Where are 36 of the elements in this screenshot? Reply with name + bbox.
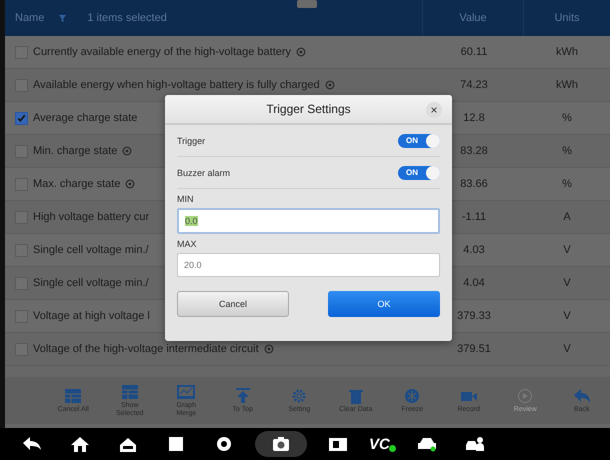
parameter-name: Voltage at high voltage l	[33, 310, 150, 322]
value-cell-text: 74.23	[459, 79, 489, 91]
unit-cell-text: V	[562, 343, 572, 355]
value-cell-text: 4.04	[462, 277, 486, 289]
setting-label: Trigger	[177, 136, 206, 146]
unit-cell-text: %	[561, 145, 573, 157]
unit-cell-text: %	[561, 112, 573, 124]
unit-cell-text: kWh	[555, 79, 579, 91]
setting-label: Buzzer alarm	[177, 168, 230, 178]
selection-count: 1 items selected	[87, 12, 167, 24]
value-cell-text: -1.11	[460, 211, 488, 223]
parameter-name: Max. charge state	[33, 178, 120, 190]
unit-cell-text: kWh	[555, 46, 579, 58]
unit-cell-text: V	[562, 244, 572, 256]
parameter-name: Single cell voltage min./	[33, 277, 149, 289]
value-cell-text: 379.51	[456, 343, 492, 355]
value-cell-text: 12.8	[462, 112, 486, 124]
unit-cell-text: V	[562, 310, 572, 322]
unit-cell-text: %	[561, 178, 573, 190]
parameter-name: Min. charge state	[33, 145, 118, 157]
value-cell-text: 4.03	[462, 244, 486, 256]
parameter-name: Average charge state	[33, 112, 138, 124]
value-cell-text: 83.66	[459, 178, 489, 190]
field-label: MIN	[177, 194, 194, 204]
unit-cell-text: A	[562, 211, 572, 223]
field-label: MAX	[177, 239, 198, 249]
parameter-name: Available energy when high-voltage battery is fully charged	[33, 79, 320, 91]
dialog-title: Trigger Settings	[266, 102, 351, 116]
parameter-name: Currently available energy of the high-voltage battery	[33, 46, 292, 58]
parameter-name: Voltage of the high-voltage intermediate circuit	[33, 343, 259, 355]
value-cell-text: 379.33	[456, 310, 492, 322]
parameter-name: Single cell voltage min./	[33, 244, 149, 256]
value-cell-text: 60.11	[460, 46, 488, 58]
value-cell-text: 83.28	[459, 145, 489, 157]
parameter-name: High voltage battery cur	[33, 211, 150, 223]
unit-cell-text: V	[562, 277, 572, 289]
